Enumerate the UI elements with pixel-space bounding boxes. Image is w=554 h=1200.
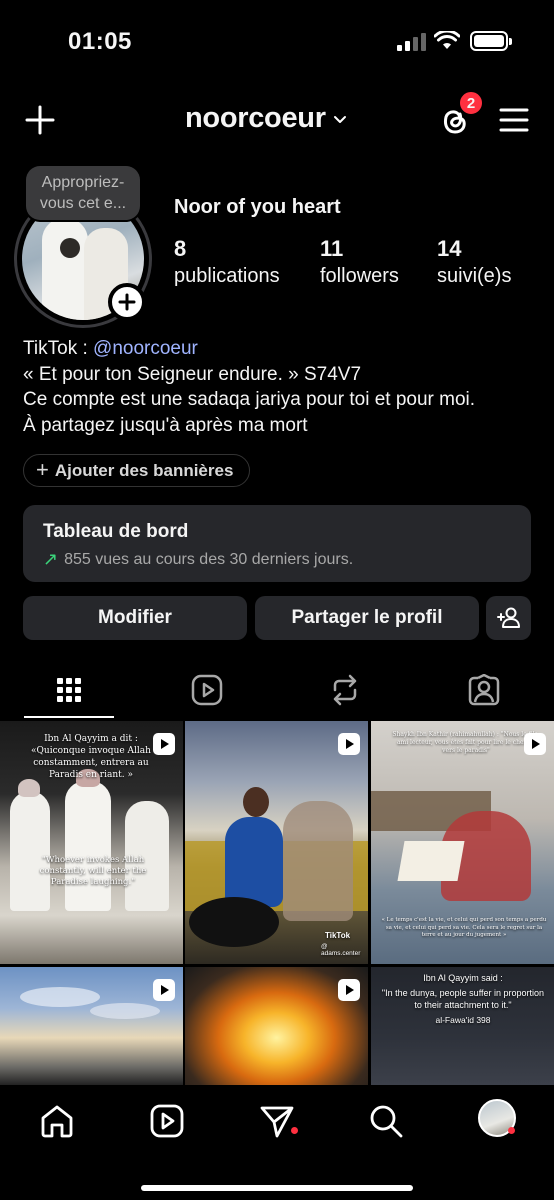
stat-label: followers [320,265,399,287]
posts-grid: Ibn Al Qayyim a dit : «Quiconque invoque… [0,721,554,1085]
plus-icon: + [36,456,49,482]
home-icon[interactable] [39,1103,75,1139]
content-tabs [0,668,554,720]
username-label: noorcoeur [185,102,326,134]
bio-line: Ce compte est une sadaqa jariya pour toi… [23,389,476,410]
reels-icon[interactable] [149,1103,185,1139]
messages-unread-dot [291,1127,298,1134]
wifi-icon [434,31,460,49]
post-thumbnail[interactable] [185,967,368,1085]
stat-value: 14 [437,236,462,261]
tab-reels[interactable] [177,668,237,712]
dashboard-title: Tableau de bord [43,521,189,542]
tagged-icon [468,674,500,706]
bio-prefix: TikTok : [23,338,94,359]
chevron-down-icon [333,115,346,123]
bio-line: « Et pour ton Seigneur endure. » S74V7 [23,363,362,385]
reel-badge-icon [338,733,360,755]
add-banners-button[interactable]: + Ajouter des bannières [23,454,250,487]
stat-value: 8 [174,236,187,261]
active-tab-indicator [24,716,114,718]
post-title: Ibn Al Qayyim said : [423,973,503,983]
post-caption-top: Ibn Al Qayyim a dit : «Quiconque invoque… [31,734,151,780]
post-thumbnail[interactable]: TikTok @ adams.center [185,721,368,964]
discover-people-button[interactable] [486,596,531,640]
reel-badge-icon [153,733,175,755]
add-story-button[interactable] [108,283,146,321]
tab-reposts[interactable] [315,668,375,712]
reel-badge-icon [153,979,175,1001]
post-thumbnail[interactable]: Shaykh Ibn Kathir (rahimahullah) : "Nous… [371,721,554,964]
trend-up-icon: ↗ [43,549,59,569]
search-icon[interactable] [368,1103,404,1139]
post-thumbnail[interactable]: Ibn Al Qayyim a dit : «Quiconque invoque… [0,721,183,964]
tab-tagged[interactable] [454,668,514,712]
status-bar: 01:05 [0,0,554,80]
dashboard-subtitle: 855 vues au cours des 30 derniers jours. [64,550,354,568]
notification-badge: 2 [458,90,484,116]
menu-icon[interactable] [498,106,530,134]
bio-line: À partagez jusqu'à après ma mort [23,414,308,436]
bio-tiktok-link[interactable]: @noorcoeur [93,338,198,359]
plus-icon [118,293,136,311]
post-source: al-Fawa'id 398 [435,1015,491,1025]
stat-value: 11 [320,236,344,261]
stat-followers[interactable]: 11 followers [320,236,399,288]
profile-note-bubble[interactable]: Appropriez-vous cet e... [26,166,140,220]
profile-bio: TikTok : @noorcoeur « Et pour ton Seigne… [23,336,543,438]
messages-icon[interactable] [259,1103,295,1139]
status-time: 01:05 [68,28,132,55]
stat-label: suivi(e)s [437,265,512,287]
post-quote: "In the dunya, people suffer in proporti… [381,988,545,1010]
share-profile-button[interactable]: Partager le profil [255,596,479,640]
post-thumbnail[interactable]: Ibn Al Qayyim said : "In the dunya, peop… [371,967,554,1085]
username-switcher[interactable]: noorcoeur [185,102,348,135]
tiktok-handle: @ adams.center [321,943,361,957]
home-indicator [141,1185,413,1191]
tab-posts[interactable] [39,668,99,712]
edit-profile-button[interactable]: Modifier [23,596,247,640]
grid-icon [57,678,81,702]
profile-header: noorcoeur 2 [0,90,554,150]
post-thumbnail[interactable] [0,967,183,1085]
stat-posts[interactable]: 8 publications [174,236,280,288]
post-caption-bottom: « Le temps c'est la vie, et celui qui pe… [381,917,547,938]
reel-badge-icon [524,733,546,755]
professional-dashboard[interactable]: Tableau de bord ↗ 855 vues au cours des … [23,505,531,582]
add-person-icon [496,607,520,628]
reels-icon [191,674,223,706]
profile-notification-dot [508,1127,515,1134]
bottom-navigation [0,1085,554,1200]
add-banners-label: Ajouter des bannières [54,460,234,480]
post-caption-top: Shaykh Ibn Kathir (rahimahullah) : "Nous… [392,731,540,754]
reel-badge-icon [338,979,360,1001]
display-name: Noor of you heart [174,196,341,218]
create-plus-icon[interactable] [24,104,56,136]
battery-icon [470,31,512,51]
stat-label: publications [174,265,280,287]
post-caption-bottom: "Whoever invokes Allah constantly, will … [39,855,147,887]
tiktok-watermark: TikTok [325,931,351,940]
reposts-icon [333,674,357,706]
cellular-signal-icon [397,33,427,51]
stat-following[interactable]: 14 suivi(e)s [437,236,511,288]
